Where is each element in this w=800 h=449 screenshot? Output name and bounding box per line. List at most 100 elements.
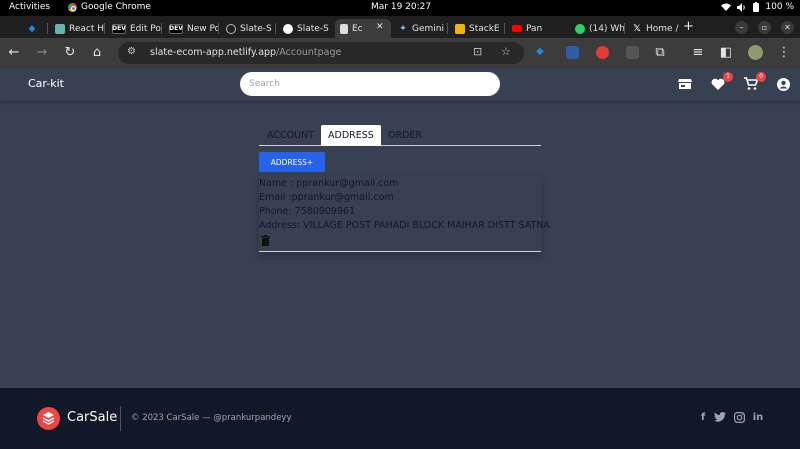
home-icon[interactable]: ⌂ (89, 45, 105, 61)
chrome-menu-icon[interactable]: ⋮ (776, 45, 792, 61)
tab-label: React H (69, 23, 105, 34)
footer-divider (120, 406, 121, 431)
extensions-puzzle-icon[interactable]: ⧉ (652, 45, 668, 61)
linkedin-icon[interactable]: in (752, 412, 764, 424)
tab-label: (14) Wh (589, 23, 625, 34)
tab-label: Gemini (412, 23, 444, 34)
tab-label: Pan (526, 23, 543, 34)
minimize-window-button[interactable]: – (735, 21, 748, 34)
store-icon[interactable] (678, 76, 694, 92)
back-arrow-icon[interactable]: ← (6, 45, 22, 61)
address-line: Address: VILLAGE POST PAHADI BLOCK MAIHA… (259, 220, 550, 231)
twitter-icon[interactable] (714, 412, 726, 424)
battery-icon (753, 2, 760, 12)
github-icon (283, 23, 293, 34)
extension-badge-icon[interactable] (566, 46, 579, 59)
x-icon: 𝕏 (633, 23, 641, 34)
address-card: Name : pprankur@gmail.com Email :ppranku… (259, 176, 550, 252)
add-address-button[interactable]: ADDRESS+ (259, 152, 325, 172)
site-settings-icon[interactable]: ⚙ (127, 46, 136, 57)
extension-gem-icon[interactable]: ◆ (536, 46, 549, 59)
side-panel-icon[interactable]: ◧ (718, 45, 734, 61)
site-brand[interactable]: Car-kit (28, 77, 64, 90)
tab-label: Edit Po (130, 23, 161, 34)
url-host: slate-ecom-app.netlify.app (150, 47, 277, 58)
volume-icon (737, 2, 746, 12)
account-user-icon[interactable] (777, 76, 793, 92)
dev-icon: DEV (112, 23, 126, 34)
url-text[interactable]: slate-ecom-app.netlify.app/Accountpage (150, 47, 341, 58)
address-phone: Phone: 7580909961 (259, 206, 356, 217)
wishlist-heart-icon[interactable]: 1 (711, 72, 733, 92)
footer-copyright: © 2023 CarSale — @prankurpandeyy (131, 413, 292, 423)
tab-label: StackE (469, 23, 500, 34)
browser-tab[interactable]: DEV Edit Po (107, 19, 162, 38)
cart-icon[interactable]: 0 (744, 72, 766, 92)
footer-brand[interactable]: CarSale (67, 410, 117, 425)
browser-tab-strip: ◆ React H DEV Edit Po DEV New Po Slate-S… (0, 16, 800, 38)
extension-grid-icon[interactable] (626, 46, 639, 59)
focused-app-indicator[interactable]: Google Chrome (68, 2, 151, 12)
browser-tab[interactable]: StackE (450, 19, 505, 38)
react-icon (55, 23, 65, 34)
instagram-icon[interactable] (733, 412, 745, 424)
wishlist-count-badge: 1 (723, 72, 733, 82)
browser-tab[interactable]: DEV New Po (164, 19, 219, 38)
tab-address[interactable]: ADDRESS (321, 125, 381, 146)
globe-icon (226, 23, 236, 34)
tab-label: Ec (352, 23, 363, 34)
browser-tab[interactable]: ✦ Gemini (393, 19, 448, 38)
cast-icon[interactable]: ⊡ (473, 45, 482, 58)
carsale-logo-icon (37, 407, 60, 430)
address-email: Email :pprankur@gmail.com (259, 192, 394, 203)
tab-label: Slate-S (240, 23, 272, 34)
tab-account[interactable]: ACCOUNT (267, 125, 314, 146)
bookmark-star-icon[interactable]: ☆ (501, 45, 511, 58)
extension-record-icon[interactable] (596, 46, 609, 59)
whatsapp-icon (575, 23, 585, 34)
clock[interactable]: Mar 19 20:27 (371, 2, 431, 12)
browser-tab[interactable]: React H (50, 19, 105, 38)
battery-percent: 100 % (765, 2, 794, 12)
browser-tab[interactable]: (14) Wh (570, 19, 625, 38)
new-tab-plus-icon[interactable]: + (683, 19, 694, 34)
gem-icon: ◆ (28, 23, 36, 34)
cart-count-badge: 0 (756, 72, 766, 82)
system-top-bar: Activities Google Chrome Mar 19 20:27 10… (0, 0, 800, 16)
address-name: Name : pprankur@gmail.com (259, 178, 399, 189)
close-window-button[interactable]: ✕ (781, 21, 794, 34)
reload-icon[interactable]: ↻ (62, 45, 78, 61)
profile-avatar[interactable] (748, 45, 763, 60)
dev-icon: DEV (169, 23, 183, 34)
delete-trash-icon[interactable] (261, 235, 270, 246)
focused-app-name: Google Chrome (81, 2, 151, 12)
facebook-icon[interactable]: f (697, 412, 709, 424)
stackedit-icon (455, 23, 465, 34)
tab-label: Home / (646, 23, 679, 34)
browser-tab[interactable]: Pan ◂) (507, 19, 545, 38)
tab-label: New Po (187, 23, 219, 34)
forward-arrow-icon[interactable]: → (34, 45, 50, 61)
url-path: /Accountpage (276, 47, 342, 58)
browser-tab[interactable]: Slate-S (278, 19, 333, 38)
browser-tab[interactable]: ◆ (22, 19, 48, 38)
youtube-icon (512, 25, 522, 32)
site-header: Car-kit 1 0 (0, 68, 800, 101)
search-input[interactable] (240, 72, 500, 96)
browser-tab[interactable]: Slate-S (221, 19, 276, 38)
chrome-icon (68, 2, 77, 12)
media-control-icon[interactable]: ≡ (690, 45, 706, 61)
browser-toolbar: ← → ↻ ⌂ ⚙ slate-ecom-app.netlify.app/Acc… (0, 38, 800, 68)
site-footer: CarSale © 2023 CarSale — @prankurpandeyy… (0, 388, 800, 449)
browser-tab[interactable]: 𝕏 Home / (627, 19, 682, 38)
browser-tab-active[interactable]: Ec ✕ (335, 19, 391, 38)
address-bar[interactable]: ⚙ slate-ecom-app.netlify.app/Accountpage… (118, 42, 524, 64)
activities-button[interactable]: Activities (9, 2, 50, 12)
system-tray[interactable]: 100 % (721, 2, 794, 12)
maximize-window-button[interactable]: ▫ (758, 21, 771, 34)
tab-order[interactable]: ORDER (388, 125, 422, 146)
tab-label: Slate-S (297, 23, 329, 34)
tab-close-icon[interactable]: ✕ (376, 22, 384, 32)
wifi-icon (721, 3, 732, 11)
gemini-icon: ✦ (399, 23, 407, 34)
